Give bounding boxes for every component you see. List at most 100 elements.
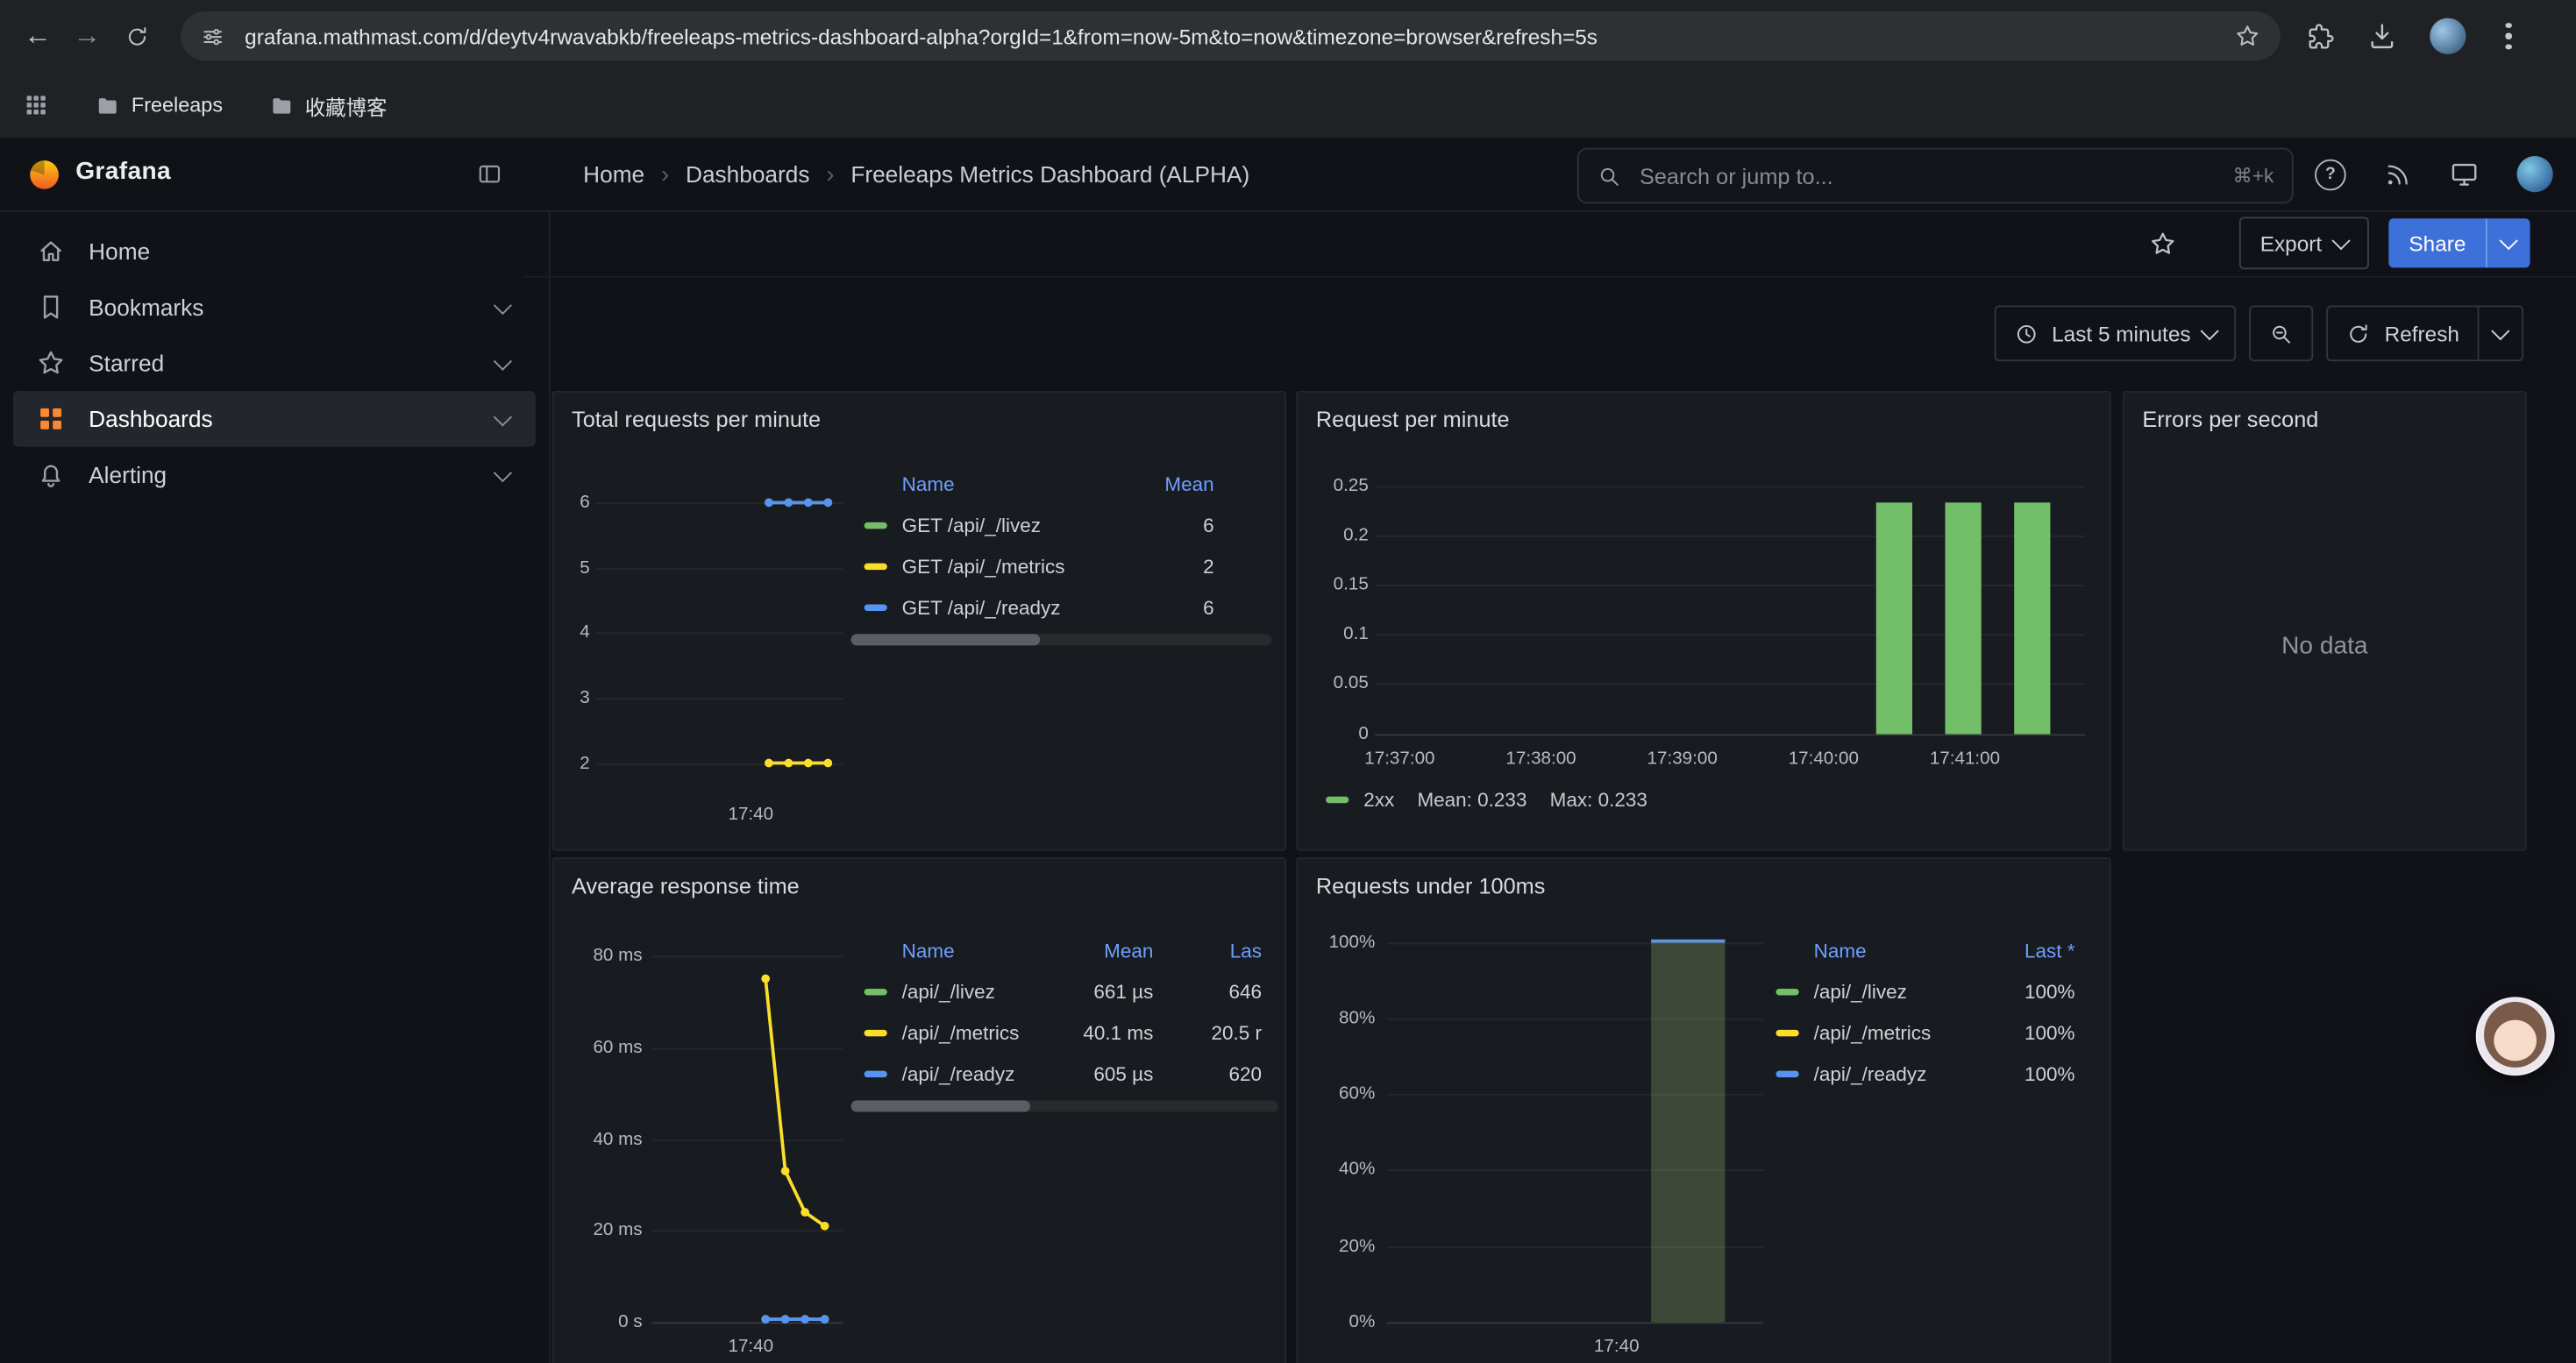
scrollbar-thumb[interactable] <box>851 1100 1031 1111</box>
browser-menu-icon[interactable] <box>2499 23 2518 50</box>
series-name[interactable]: GET /api/_/livez <box>902 514 1129 536</box>
legend-header-name[interactable]: Name <box>902 473 1129 496</box>
profile-avatar[interactable] <box>2430 18 2466 54</box>
refresh-interval-dropdown[interactable] <box>2478 307 2523 359</box>
share-main[interactable]: Share <box>2389 218 2486 267</box>
legend-scrollbar[interactable] <box>851 1100 1278 1111</box>
address-bar[interactable] <box>181 11 2281 60</box>
series-name[interactable]: /api/_/metrics <box>1814 1021 1983 1044</box>
back-button[interactable]: ← <box>13 11 62 60</box>
panel-title[interactable]: Errors per second <box>2142 408 2318 432</box>
series-name[interactable]: /api/_/readyz <box>1814 1061 1983 1084</box>
legend-header-last[interactable]: Last * <box>1983 940 2075 962</box>
zoom-out-button[interactable] <box>2250 306 2314 362</box>
series-name[interactable]: /api/_/livez <box>902 980 1060 1003</box>
share-button[interactable]: Share <box>2389 218 2530 267</box>
no-data-message: No data <box>2124 442 2525 849</box>
apps-grid-icon[interactable] <box>23 92 49 118</box>
browser-actions <box>2307 18 2518 54</box>
monitor-icon[interactable] <box>2450 160 2480 189</box>
x-tick-label: 17:41:00 <box>1916 748 2014 770</box>
refresh-button[interactable]: Refresh <box>2329 307 2478 359</box>
series-color-swatch <box>1326 797 1348 803</box>
legend-header-last[interactable]: Las <box>1153 940 1262 962</box>
legend-row: /api/_/readyz 100% <box>1763 1053 2092 1094</box>
series-color-swatch <box>865 522 887 528</box>
panel-title[interactable]: Average response time <box>572 874 800 898</box>
series-name[interactable]: GET /api/_/readyz <box>902 595 1129 618</box>
site-info-icon[interactable] <box>201 24 225 48</box>
series-point <box>781 1167 790 1175</box>
x-tick-label: 17:40:00 <box>1775 748 1873 770</box>
search-box[interactable]: ⌘+k <box>1577 148 2294 204</box>
series-point <box>785 498 793 507</box>
series-name[interactable]: /api/_/livez <box>1814 980 1983 1003</box>
panel-title[interactable]: Requests under 100ms <box>1316 874 1546 898</box>
url-input[interactable] <box>241 22 2217 50</box>
legend-header-mean[interactable]: Mean <box>1128 473 1213 496</box>
series-mean-value: 605 µs <box>1060 1061 1154 1084</box>
zoom-out-icon <box>2269 321 2294 345</box>
chevron-down-icon <box>2500 231 2518 250</box>
series-point <box>821 1315 829 1324</box>
grafana-logo[interactable] <box>26 156 62 192</box>
chevron-down-icon[interactable] <box>494 296 512 315</box>
legend-header-mean[interactable]: Mean <box>1060 940 1154 962</box>
panel-title[interactable]: Request per minute <box>1316 408 1510 432</box>
time-range-picker[interactable]: Last 5 minutes <box>1995 306 2237 362</box>
clock-icon <box>2014 321 2039 345</box>
series-name[interactable]: 2xx <box>1363 788 1394 811</box>
sidebar-item-home[interactable]: Home <box>13 224 536 280</box>
legend-header-row: Name Last * <box>1763 931 2092 970</box>
sidebar-toggle-icon[interactable] <box>476 161 502 188</box>
series-color-swatch <box>1775 1070 1798 1076</box>
breadcrumb-dashboards[interactable]: Dashboards <box>686 161 809 188</box>
panel-title[interactable]: Total requests per minute <box>572 408 821 432</box>
floating-assistant-avatar[interactable] <box>2476 997 2555 1075</box>
sidebar-item-dashboards[interactable]: Dashboards <box>13 391 536 447</box>
legend-scrollbar[interactable] <box>851 634 1272 645</box>
y-tick-label: 0.15 <box>1298 573 1369 596</box>
series-name[interactable]: /api/_/metrics <box>902 1021 1060 1044</box>
extensions-icon[interactable] <box>2307 22 2335 50</box>
series-name[interactable]: /api/_/readyz <box>902 1061 1060 1084</box>
breadcrumb-home[interactable]: Home <box>583 161 644 188</box>
chevron-down-icon[interactable] <box>494 352 512 371</box>
y-tick-label: 3 <box>553 686 589 709</box>
rss-icon[interactable] <box>2384 160 2412 188</box>
chevron-down-icon[interactable] <box>494 464 512 482</box>
downloads-icon[interactable] <box>2367 21 2397 51</box>
legend-header-name[interactable]: Name <box>1814 940 1983 962</box>
legend-header-name[interactable]: Name <box>902 940 1060 962</box>
help-icon[interactable]: ? <box>2315 159 2346 190</box>
y-tick-label: 20 ms <box>553 1218 642 1241</box>
series-point <box>761 975 770 983</box>
series-last-value: 100% <box>1983 980 2075 1003</box>
bookmark-item-blogs[interactable]: 收藏博客 <box>269 89 388 121</box>
series-mean-value: 40.1 ms <box>1060 1021 1154 1044</box>
chevron-down-icon[interactable] <box>494 408 512 426</box>
reload-button[interactable] <box>111 11 160 60</box>
forward-button[interactable]: → <box>62 11 111 60</box>
y-tick-label: 0 s <box>553 1310 642 1333</box>
y-tick-label: 20% <box>1298 1235 1375 1258</box>
grafana-app: Grafana Home › Dashboards › Freeleaps Me… <box>0 138 2576 1363</box>
bookmark-item-freeleaps[interactable]: Freeleaps <box>96 93 223 117</box>
sidebar-item-starred[interactable]: Starred <box>13 335 536 391</box>
export-button[interactable]: Export <box>2238 217 2369 269</box>
legend-table: Name Last * /api/_/livez 100% /api/_/met… <box>1763 931 2092 1093</box>
series-name[interactable]: GET /api/_/metrics <box>902 554 1129 577</box>
sidebar-item-alerting[interactable]: Alerting <box>13 447 536 503</box>
series-last-value: 100% <box>1983 1021 2075 1044</box>
search-input[interactable] <box>1636 162 2217 190</box>
favorite-star-icon[interactable] <box>2148 229 2176 257</box>
share-dropdown[interactable] <box>2486 218 2530 267</box>
x-tick-label: 17:40 <box>709 803 792 826</box>
series-point <box>804 759 813 768</box>
user-avatar[interactable] <box>2517 156 2553 192</box>
legend-row: GET /api/_/livez 6 <box>851 504 1272 545</box>
scrollbar-thumb[interactable] <box>851 634 1041 645</box>
y-tick-label: 5 <box>553 557 589 579</box>
bookmark-star-icon[interactable] <box>2234 23 2260 49</box>
sidebar-item-bookmarks[interactable]: Bookmarks <box>13 280 536 336</box>
